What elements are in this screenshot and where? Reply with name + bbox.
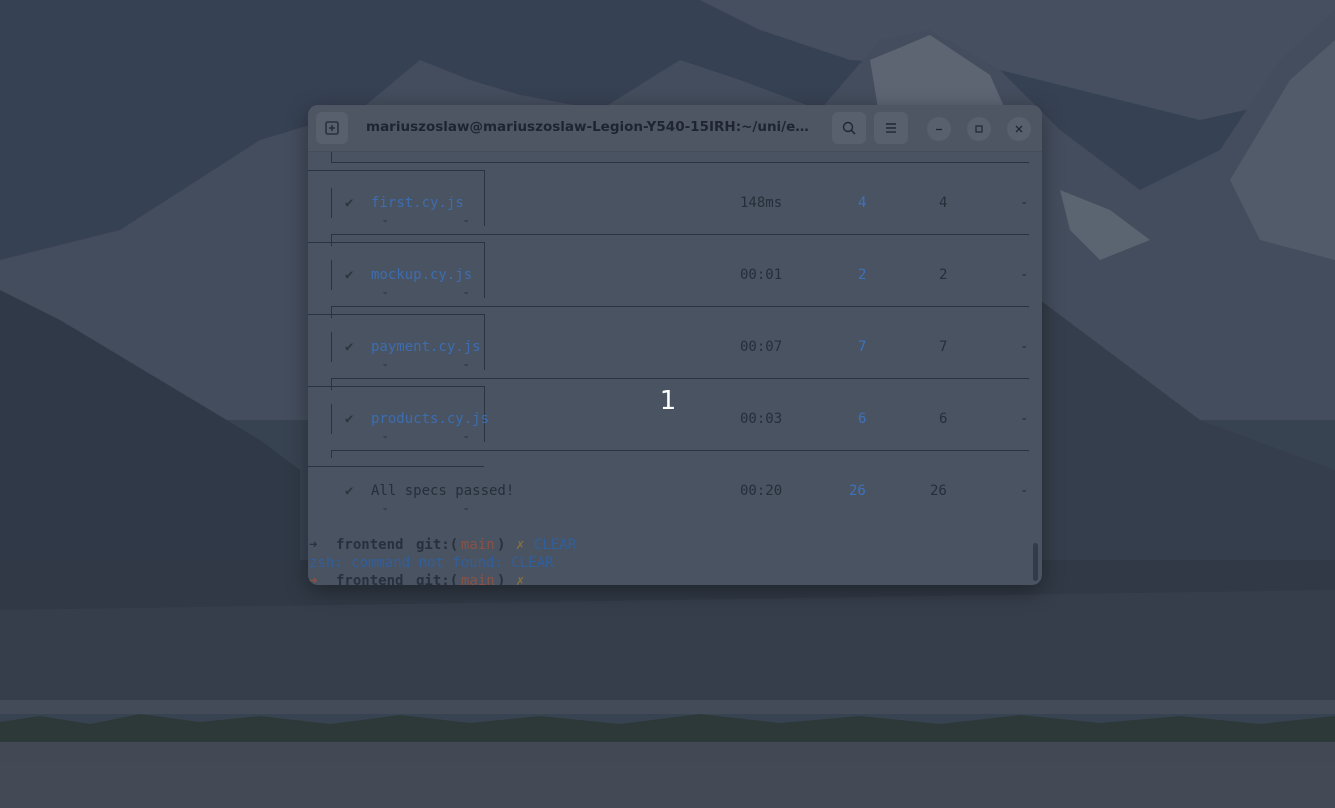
table-border <box>331 306 332 318</box>
terminal-output[interactable]: ✔ first.cy.js 148ms 4 4 - - - ✔ mockup.c… <box>308 152 1042 585</box>
check-icon: ✔ <box>345 411 354 427</box>
prompt-directory: frontend <box>336 573 404 585</box>
maximize-icon <box>975 125 983 133</box>
tests-count: 26 <box>849 483 866 499</box>
dirty-mark-icon: ✗ <box>516 537 525 553</box>
pending-count: - <box>381 429 390 445</box>
tests-count: 7 <box>858 339 867 355</box>
pending-count: - <box>381 357 390 373</box>
skipped-count: - <box>462 357 471 373</box>
tests-count: 4 <box>858 195 867 211</box>
new-tab-button[interactable] <box>316 112 348 144</box>
table-border <box>308 314 484 315</box>
skipped-count: - <box>462 429 471 445</box>
skipped-count: - <box>462 501 471 517</box>
prompt-directory: frontend <box>336 537 404 553</box>
terminal-titlebar[interactable]: mariuszoslaw@mariuszoslaw-Legion-Y540-15… <box>308 105 1042 152</box>
duration: 00:07 <box>740 339 783 355</box>
table-border <box>331 378 332 390</box>
table-border <box>331 234 332 246</box>
minimize-icon <box>936 128 942 131</box>
duration: 00:20 <box>740 483 783 499</box>
pending-count: - <box>381 501 390 517</box>
table-border <box>331 306 1029 307</box>
maximize-button[interactable] <box>967 117 991 141</box>
spec-name: first.cy.js <box>371 195 464 211</box>
dirty-mark-icon: ✗ <box>516 573 525 585</box>
menu-button[interactable] <box>874 112 908 144</box>
step-number-overlay: 1 <box>659 386 677 416</box>
minimize-button[interactable] <box>927 117 951 141</box>
typed-command: CLEAR <box>534 537 577 553</box>
duration: 00:03 <box>740 411 783 427</box>
prompt-git-suffix: ) <box>497 537 506 553</box>
hamburger-menu-icon <box>886 123 896 133</box>
close-icon <box>1015 125 1023 133</box>
table-border <box>308 386 484 387</box>
spec-name: mockup.cy.js <box>371 267 473 283</box>
check-icon: ✔ <box>345 195 354 211</box>
tests-count: 2 <box>858 267 867 283</box>
passing-count: 7 <box>939 339 948 355</box>
table-border <box>308 242 484 243</box>
failing-count: - <box>1020 339 1029 355</box>
prompt-git-prefix: git:( <box>416 537 459 553</box>
tests-count: 6 <box>858 411 867 427</box>
prompt-arrow-icon: ➜ <box>309 573 318 585</box>
duration: 00:01 <box>740 267 783 283</box>
search-button[interactable] <box>832 112 866 144</box>
check-icon: ✔ <box>345 267 354 283</box>
table-border <box>484 242 485 298</box>
spec-name: payment.cy.js <box>371 339 481 355</box>
passing-count: 2 <box>939 267 948 283</box>
table-border <box>331 450 1029 451</box>
passing-count: 6 <box>939 411 948 427</box>
table-border <box>331 234 1029 235</box>
prompt-branch: main <box>461 573 495 585</box>
error-message: zsh: command not found: CLEAR <box>309 555 554 571</box>
passing-count: 4 <box>939 195 948 211</box>
pending-count: - <box>381 213 390 229</box>
summary-label: All specs passed! <box>371 483 515 499</box>
table-border <box>331 378 1029 379</box>
table-border <box>331 450 332 458</box>
new-tab-icon <box>325 121 339 135</box>
table-border <box>331 162 1029 163</box>
failing-count: - <box>1020 411 1029 427</box>
table-border <box>308 170 484 171</box>
table-border <box>331 332 332 362</box>
prompt-branch: main <box>461 537 495 553</box>
duration: 148ms <box>740 195 783 211</box>
skipped-count: - <box>462 213 471 229</box>
failing-count: - <box>1020 195 1029 211</box>
table-border <box>331 188 332 218</box>
prompt-git-suffix: ) <box>497 573 506 585</box>
skipped-count: - <box>462 285 471 301</box>
table-border <box>308 466 484 467</box>
failing-count: - <box>1020 267 1029 283</box>
check-icon: ✔ <box>345 339 354 355</box>
table-border <box>331 152 332 162</box>
table-border <box>484 314 485 370</box>
failing-count: - <box>1020 483 1029 499</box>
table-border <box>331 260 332 290</box>
check-icon: ✔ <box>345 483 354 499</box>
spec-name: products.cy.js <box>371 411 490 427</box>
close-button[interactable] <box>1007 117 1031 141</box>
table-border <box>331 404 332 434</box>
terminal-window[interactable]: mariuszoslaw@mariuszoslaw-Legion-Y540-15… <box>308 105 1042 585</box>
window-title: mariuszoslaw@mariuszoslaw-Legion-Y540-15… <box>366 119 812 135</box>
terminal-scrollbar[interactable] <box>1033 543 1038 581</box>
pending-count: - <box>381 285 390 301</box>
table-border <box>484 170 485 226</box>
prompt-arrow-icon: ➜ <box>309 537 318 553</box>
passing-count: 26 <box>930 483 947 499</box>
search-icon <box>842 121 856 135</box>
prompt-git-prefix: git:( <box>416 573 459 585</box>
